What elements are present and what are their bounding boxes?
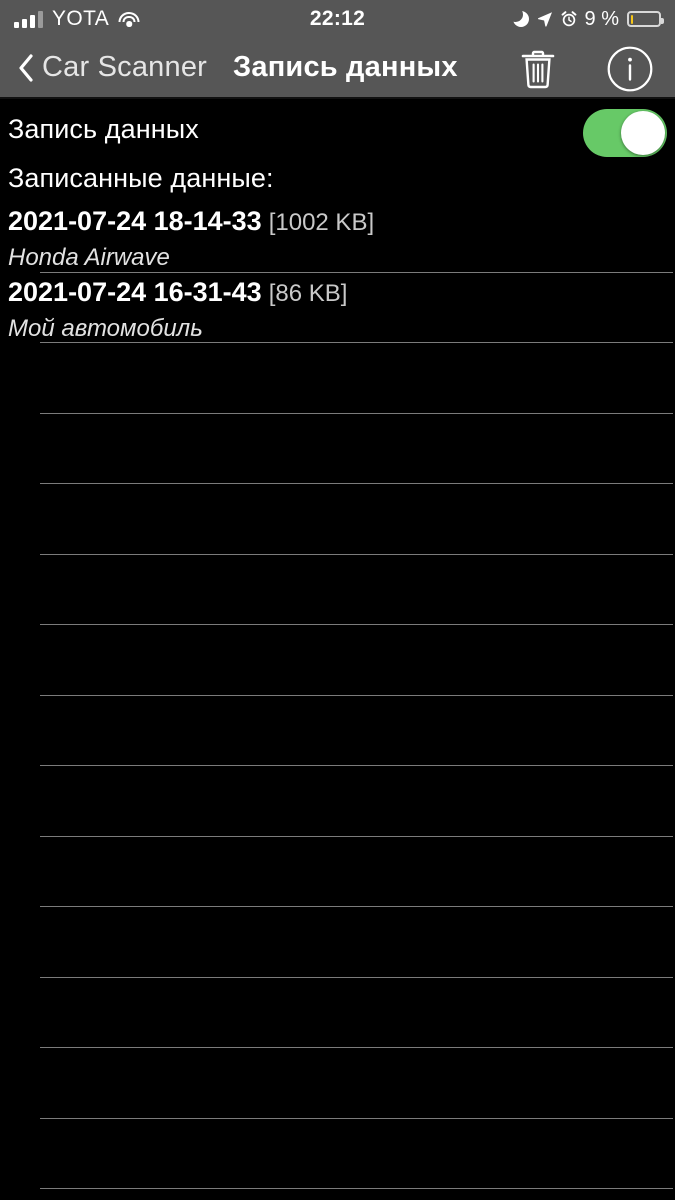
location-arrow-icon: [537, 12, 552, 27]
list-item[interactable]: 2021-07-24 18-14-33 [1002 KB] Honda Airwa…: [0, 202, 675, 273]
recordings-list: 2021-07-24 18-14-33 [1002 KB] Honda Airwa…: [0, 202, 675, 1189]
list-item-empty: [0, 766, 675, 837]
list-item-empty: [0, 555, 675, 625]
recorded-data-section-header: Записанные данные:: [8, 163, 274, 193]
list-item-empty: [0, 696, 675, 766]
recording-vehicle: Honda Airwave: [8, 244, 170, 271]
back-button[interactable]: Car Scanner: [18, 51, 207, 84]
navigation-bar: Car Scanner Запись данных: [0, 38, 675, 99]
empty-rows-container: [0, 343, 675, 1189]
recording-vehicle: Мой автомобиль: [8, 314, 203, 342]
list-item-empty: [0, 978, 675, 1048]
chevron-left-icon: [19, 53, 33, 82]
data-recording-switch[interactable]: [583, 109, 667, 157]
navigation-actions: [521, 38, 653, 99]
list-item-empty: [0, 484, 675, 555]
recording-name: 2021-07-24 16-31-43 [86 KB]: [8, 273, 675, 306]
alarm-clock-icon: [561, 11, 576, 27]
app-screen: YOTA 22:12 9 % Car Scanner Запись данных…: [0, 0, 675, 1200]
back-button-label: Car Scanner: [42, 51, 207, 83]
list-item-empty: [0, 414, 675, 484]
moon-do-not-disturb-icon: [512, 11, 529, 27]
info-circle-icon[interactable]: [607, 46, 653, 92]
data-recording-toggle-row: Запись данных: [0, 101, 675, 157]
battery-low-power-icon: [627, 11, 664, 27]
list-item-empty: [0, 343, 675, 414]
switch-knob: [621, 111, 665, 155]
trash-icon[interactable]: [521, 49, 555, 89]
row-separator: [40, 1188, 673, 1189]
list-item-empty: [0, 907, 675, 978]
list-item[interactable]: 2021-07-24 16-31-43 [86 KB] Мой автомобил…: [0, 273, 675, 343]
status-bar-right: 9 %: [512, 0, 664, 38]
list-item-empty: [0, 1119, 675, 1189]
list-item-empty: [0, 837, 675, 907]
page-title: Запись данных: [233, 51, 458, 83]
data-recording-toggle-label: Запись данных: [8, 113, 199, 144]
list-item-empty: [0, 1048, 675, 1119]
status-bar: YOTA 22:12 9 %: [0, 0, 675, 38]
battery-percent-label: 9 %: [584, 7, 619, 30]
recording-name-text: 2021-07-24 16-31-43: [8, 276, 262, 307]
recording-size: [86 KB]: [268, 279, 348, 307]
recording-name: 2021-07-24 18-14-33 [1002 KB]: [8, 202, 675, 235]
recording-name-text: 2021-07-24 18-14-33: [8, 206, 262, 236]
list-item-empty: [0, 625, 675, 696]
recording-size: [1002 KB]: [268, 209, 375, 236]
